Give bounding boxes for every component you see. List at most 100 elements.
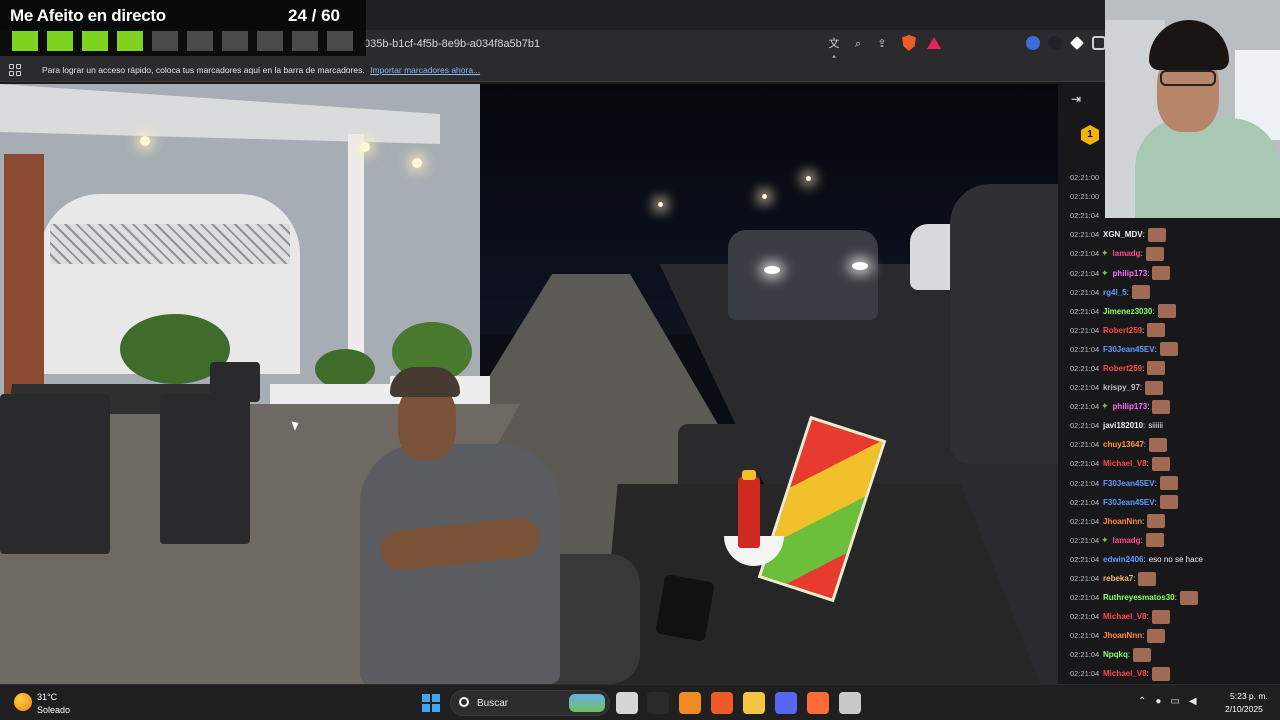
- file-explorer-icon[interactable]: [743, 692, 765, 714]
- chat-username[interactable]: rebeka7: [1103, 574, 1133, 583]
- chat-separator: :: [1142, 230, 1145, 240]
- chat-username[interactable]: Ruthreyesmatos30: [1103, 593, 1175, 602]
- vlc-icon[interactable]: [679, 692, 701, 714]
- import-bookmarks-link[interactable]: Importar marcadores ahora...: [370, 65, 480, 75]
- extension-icon[interactable]: [1048, 36, 1062, 50]
- chat-username[interactable]: rg4l_5: [1103, 288, 1127, 297]
- chat-message: 02:21:04 Michael_V8:: [1070, 664, 1270, 683]
- discord-icon[interactable]: [775, 692, 797, 714]
- brave-icon[interactable]: [711, 692, 733, 714]
- extensions-area: [1026, 36, 1106, 50]
- emote-icon: [1138, 571, 1157, 586]
- chat-username[interactable]: Jimenez3030: [1103, 307, 1152, 316]
- car: [728, 230, 878, 320]
- chat-timestamp: 02:21:04: [1070, 459, 1100, 469]
- street-light: [806, 176, 811, 181]
- emote-icon: [1145, 533, 1164, 548]
- chat-separator: :: [1142, 516, 1145, 526]
- cap: [390, 367, 460, 397]
- chat-separator: :: [1154, 344, 1157, 354]
- brave-rewards-icon[interactable]: [927, 37, 941, 49]
- chat-messages: 02:21:00 02:21:00 02:21:04 02:21:04 XGN_MDV:…: [1070, 168, 1270, 684]
- chat-separator: :: [1139, 383, 1143, 393]
- chat-timestamp: 02:21:00: [1070, 173, 1100, 183]
- app-orange-icon[interactable]: [807, 692, 829, 714]
- clock-date[interactable]: 2/10/2025: [1225, 704, 1263, 714]
- volume-icon[interactable]: ◀: [1189, 696, 1197, 707]
- chat-separator: :: [1146, 669, 1149, 679]
- challenge-box: [47, 31, 73, 51]
- chat-separator: :: [1152, 306, 1155, 316]
- taskbar-search[interactable]: Buscar: [450, 690, 610, 716]
- weather-icon[interactable]: [14, 693, 32, 711]
- light: [412, 158, 422, 168]
- challenge-box: [82, 31, 108, 51]
- screen: 035b-b1cf-4f5b-8e9b-a034f8a5b7b1 文A ⌕ ⇪ …: [0, 0, 1280, 720]
- chat-username[interactable]: JhoanNnn: [1103, 631, 1142, 640]
- emote-icon: [1151, 456, 1170, 471]
- chat-username[interactable]: edwin2406: [1103, 555, 1143, 564]
- chat-message: 02:21:04 XGN_MDV:: [1070, 225, 1270, 244]
- challenge-box: [222, 31, 248, 51]
- chat-timestamp: 02:21:04: [1070, 325, 1100, 335]
- chat-message: 02:21:04 rg4l_5:: [1070, 283, 1270, 302]
- chat-username[interactable]: philip173: [1113, 402, 1148, 411]
- url-text[interactable]: 035b-b1cf-4f5b-8e9b-a034f8a5b7b1: [364, 38, 540, 50]
- chat-username[interactable]: Michael_V8: [1103, 669, 1147, 678]
- zoom-icon[interactable]: ⌕: [850, 36, 866, 52]
- chat-username[interactable]: Robert259: [1103, 326, 1142, 335]
- chat-timestamp: 02:21:04: [1070, 631, 1100, 641]
- chat-message: 02:21:04 javi182010: siiiiii: [1070, 416, 1270, 435]
- system-tray: ⌃ ● ▭ ◀: [1138, 696, 1197, 707]
- emote-icon: [1147, 628, 1166, 643]
- light: [140, 136, 150, 146]
- chat-username[interactable]: F30Jean45EV: [1103, 498, 1155, 507]
- chat-username[interactable]: lamadg: [1113, 536, 1141, 545]
- chat-username[interactable]: philip173: [1113, 269, 1148, 278]
- search-highlight-icon: [569, 694, 605, 712]
- chat-username[interactable]: Robert259: [1103, 364, 1142, 373]
- extension-icon[interactable]: [1026, 36, 1040, 50]
- car: [950, 184, 1058, 464]
- chat-username[interactable]: javi182010: [1103, 421, 1143, 430]
- chat-username[interactable]: Michael_V8: [1103, 612, 1147, 621]
- challenge-box: [117, 31, 143, 51]
- share-icon[interactable]: ⇪: [874, 36, 890, 52]
- task-view-icon[interactable]: [616, 692, 638, 714]
- collapse-chat-icon[interactable]: ⇥: [1071, 92, 1081, 106]
- bookmarks-bar: Para lograr un acceso rápido, coloca tus…: [0, 58, 1280, 82]
- chat-message: 02:21:04 Ruthreyesmatos30:: [1070, 588, 1270, 607]
- weather-temp[interactable]: 31°C: [37, 692, 57, 702]
- chat-username[interactable]: chuy13647: [1103, 440, 1144, 449]
- chat-username[interactable]: lamadg: [1113, 249, 1141, 258]
- chat-message: 02:21:04 ✦ lamadg:: [1070, 244, 1270, 263]
- chevron-up-icon[interactable]: ⌃: [1138, 696, 1146, 707]
- epic-games-icon[interactable]: [647, 692, 669, 714]
- translate-icon[interactable]: 文A: [826, 36, 842, 66]
- clock-time[interactable]: 5:23 p. m.: [1230, 691, 1268, 701]
- chat-username[interactable]: JhoanNnn: [1103, 517, 1142, 526]
- chat-separator: :: [1154, 478, 1157, 488]
- puzzle-icon[interactable]: [1092, 36, 1106, 50]
- network-icon[interactable]: ▭: [1170, 696, 1179, 707]
- emote-icon: [1145, 380, 1164, 395]
- chat-separator: :: [1143, 421, 1146, 431]
- chat-username[interactable]: XGN_MDV: [1103, 230, 1143, 239]
- challenge-box: [292, 31, 318, 51]
- windows-start-icon[interactable]: [422, 694, 440, 712]
- chat-username[interactable]: F30Jean45EV: [1103, 345, 1155, 354]
- stream-video[interactable]: [0, 84, 1058, 684]
- chat-username[interactable]: krispy_97: [1103, 383, 1140, 392]
- chat-username[interactable]: F30Jean45EV: [1103, 479, 1155, 488]
- patio-chair: [210, 362, 260, 402]
- apps-grid-icon[interactable]: [9, 64, 21, 76]
- microphone-icon[interactable]: ●: [1155, 696, 1161, 707]
- chat-username[interactable]: Npqkq: [1103, 650, 1128, 659]
- emote-icon: [1151, 666, 1170, 681]
- emote-icon: [1159, 342, 1178, 357]
- chat-username[interactable]: Michael_V8: [1103, 459, 1147, 468]
- extension-icon[interactable]: [1070, 36, 1084, 50]
- chat-separator: :: [1154, 497, 1157, 507]
- weather-condition[interactable]: Soleado: [37, 705, 70, 715]
- steam-icon[interactable]: [839, 692, 861, 714]
